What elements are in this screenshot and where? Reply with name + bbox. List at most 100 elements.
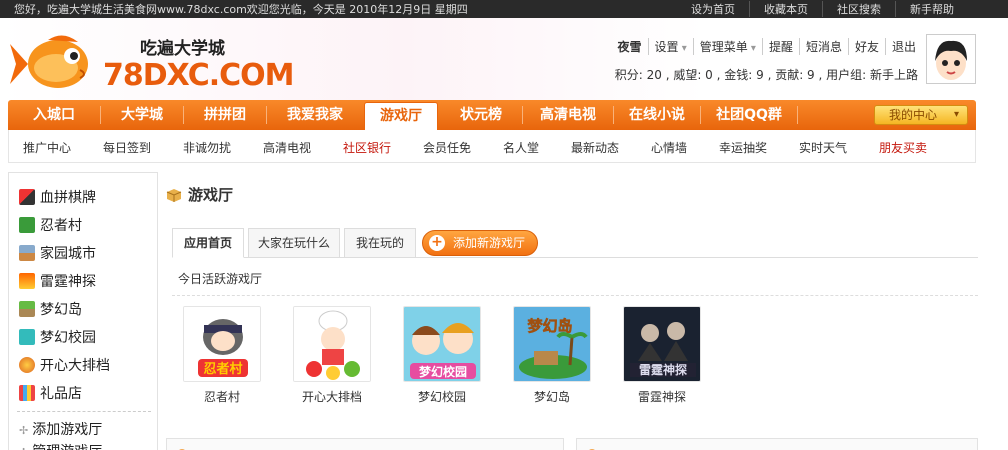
subnav-mood-wall[interactable]: 心情墙 — [651, 139, 687, 156]
game-name: 梦幻校园 — [417, 390, 466, 404]
cartoon-avatar-icon — [927, 35, 975, 83]
sidebar-item-label: 礼品店 — [40, 386, 82, 402]
sidebar-item-ninja-village[interactable]: 忍者村 — [19, 215, 82, 235]
newbie-help-link[interactable]: 新手帮助 — [895, 1, 968, 17]
subnav-latest-news[interactable]: 最新动态 — [571, 139, 619, 156]
nav-tab-leaderboard[interactable]: 状元榜 — [440, 100, 522, 130]
section-divider — [172, 295, 978, 296]
subnav-dating[interactable]: 非诚勿扰 — [183, 139, 231, 156]
top-bar: 您好，吃遍大学城生活美食网www.78dxc.com欢迎您光临，今天是 2010… — [0, 0, 1008, 18]
reminder-link[interactable]: 提醒 — [761, 38, 799, 55]
game-name: 开心大排档 — [301, 390, 362, 404]
sidebar-item-dream-island[interactable]: 梦幻岛 — [19, 299, 82, 319]
top-links: 设为首页 收藏本页 社区搜索 新手帮助 — [677, 1, 968, 17]
welcome-text: 您好，吃遍大学城生活美食网www.78dxc.com欢迎您光临，今天是 2010… — [14, 3, 468, 16]
my-center-dropdown[interactable]: 我的中心 — [874, 105, 968, 125]
subnav-member-appointment[interactable]: 会员任免 — [423, 139, 471, 156]
plus-icon: + — [429, 235, 445, 251]
subnav-lucky-draw[interactable]: 幸运抽奖 — [719, 139, 767, 156]
cards-icon — [19, 189, 35, 205]
subnav-weather[interactable]: 实时天气 — [799, 139, 847, 156]
gift-shop-icon — [19, 385, 35, 401]
thunder-detective-icon — [19, 273, 35, 289]
svg-text:雷霆神探: 雷霆神探 — [639, 362, 687, 377]
game-name: 忍者村 — [203, 390, 240, 404]
sidebar-item-label: 家园城市 — [40, 246, 96, 262]
nav-tab-group-buy[interactable]: 拼拼团 — [184, 100, 266, 130]
game-card-dream-island[interactable]: 梦幻岛 梦幻岛 — [512, 306, 592, 405]
bottom-panel-right — [576, 438, 978, 450]
subnav-friend-trade[interactable]: 朋友买卖 — [879, 139, 927, 156]
game-card-ninja-village[interactable]: 忍者村 忍者村 — [182, 306, 262, 405]
site-logo[interactable]: 吃遍大学城 78DXC.COM — [8, 30, 294, 100]
admin-menu[interactable]: 管理菜单 — [692, 38, 762, 55]
dream-campus-icon — [19, 329, 35, 345]
game-card-thunder-detective[interactable]: 雷霆神探 雷霆神探 — [622, 306, 702, 405]
sidebar-item-happy-restaurant[interactable]: 开心大排档 — [19, 355, 110, 375]
home-city-icon — [19, 245, 35, 261]
game-tabs: 应用首页 大家在玩什么 我在玩的 + 添加新游戏厅 — [172, 228, 978, 258]
box-icon — [166, 188, 182, 202]
messages-link[interactable]: 短消息 — [798, 38, 848, 55]
set-homepage-link[interactable]: 设为首页 — [677, 1, 749, 17]
dream-island-thumbnail: 梦幻岛 — [513, 306, 591, 382]
sidebar-item-home-city[interactable]: 家园城市 — [19, 243, 96, 263]
username[interactable]: 夜雪 — [611, 38, 647, 55]
bookmark-link[interactable]: 收藏本页 — [749, 1, 822, 17]
subnav-promotion[interactable]: 推广中心 — [23, 139, 71, 156]
sidebar-item-label: 梦幻岛 — [40, 302, 82, 318]
community-search-link[interactable]: 社区搜索 — [822, 1, 895, 17]
subnav-hd-tv[interactable]: 高清电视 — [263, 139, 311, 156]
sidebar-item-label: 梦幻校园 — [40, 330, 96, 346]
nav-tab-hd-tv[interactable]: 高清电视 — [523, 100, 613, 130]
settings-menu[interactable]: 设置 — [647, 38, 693, 55]
svg-text:梦幻岛: 梦幻岛 — [527, 317, 572, 335]
game-card-dream-campus[interactable]: 梦幻校园 梦幻校园 — [402, 306, 482, 405]
sidebar-item-label: 忍者村 — [40, 218, 82, 234]
nav-tab-game-hall[interactable]: 游戏厅 — [364, 102, 438, 130]
sidebar-item-label: 雷霆神探 — [40, 274, 96, 290]
thunder-detective-thumbnail: 雷霆神探 — [623, 306, 701, 382]
sidebar-item-chess-cards[interactable]: 血拼棋牌 — [19, 187, 96, 207]
game-card-happy-restaurant[interactable]: 开心大排档 — [292, 306, 372, 405]
add-button-label: 添加新游戏厅 — [453, 236, 526, 250]
manage-game-hall-link[interactable]: 管理游戏厅 — [19, 441, 102, 450]
main-nav: 入城口 大学城 拼拼团 我爱我家 游戏厅 状元榜 高清电视 在线小说 社团QQ群… — [8, 100, 976, 130]
sub-nav: 推广中心 每日签到 非诚勿扰 高清电视 社区银行 会员任免 名人堂 最新动态 心… — [8, 130, 976, 163]
friends-link[interactable]: 好友 — [847, 38, 885, 55]
tab-my-games[interactable]: 我在玩的 — [344, 228, 416, 258]
section-label: 今日活跃游戏厅 — [178, 272, 263, 286]
sidebar-divider — [17, 411, 151, 412]
tab-what-everyone-plays[interactable]: 大家在玩什么 — [248, 228, 340, 258]
sidebar: 血拼棋牌 忍者村 家园城市 雷霆神探 梦幻岛 梦幻校园 开心大排档 礼品店 添加… — [8, 172, 158, 450]
bottom-panel-left — [166, 438, 564, 450]
subnav-daily-checkin[interactable]: 每日签到 — [103, 139, 151, 156]
nav-tab-entrance[interactable]: 入城口 — [8, 100, 100, 130]
tab-app-home[interactable]: 应用首页 — [172, 228, 244, 258]
user-menu: 夜雪 设置 管理菜单 提醒 短消息 好友 退出 — [611, 38, 922, 55]
happy-restaurant-thumbnail — [293, 306, 371, 382]
sidebar-item-gift-shop[interactable]: 礼品店 — [19, 383, 82, 403]
goldfish-logo-icon — [10, 35, 88, 88]
nav-divider — [797, 106, 798, 124]
logo-wordmark: 78DXC.COM — [103, 58, 294, 93]
add-game-hall-button[interactable]: + 添加新游戏厅 — [422, 230, 538, 256]
avatar[interactable] — [926, 34, 976, 84]
sidebar-item-thunder-detective[interactable]: 雷霆神探 — [19, 271, 96, 291]
logout-link[interactable]: 退出 — [884, 38, 922, 55]
nav-tab-online-novel[interactable]: 在线小说 — [614, 100, 700, 130]
subnav-community-bank[interactable]: 社区银行 — [343, 139, 391, 156]
user-stats: 积分: 20 , 威望: 0 , 金钱: 9 , 贡献: 9 , 用户组: 新手… — [614, 68, 918, 82]
subnav-hall-of-fame[interactable]: 名人堂 — [503, 139, 539, 156]
sidebar-item-dream-campus[interactable]: 梦幻校园 — [19, 327, 96, 347]
add-game-hall-link[interactable]: 添加游戏厅 — [19, 419, 102, 439]
dream-island-icon — [19, 301, 35, 317]
ninja-village-thumbnail: 忍者村 — [183, 306, 261, 382]
nav-tab-my-home[interactable]: 我爱我家 — [267, 100, 363, 130]
happy-restaurant-icon — [19, 357, 35, 373]
dream-campus-thumbnail: 梦幻校园 — [403, 306, 481, 382]
nav-tab-qq-groups[interactable]: 社团QQ群 — [701, 100, 797, 130]
svg-text:梦幻校园: 梦幻校园 — [419, 364, 467, 379]
main-content: 游戏厅 应用首页 大家在玩什么 我在玩的 + 添加新游戏厅 今日活跃游戏厅 忍者… — [166, 172, 978, 450]
nav-tab-university-city[interactable]: 大学城 — [101, 100, 183, 130]
